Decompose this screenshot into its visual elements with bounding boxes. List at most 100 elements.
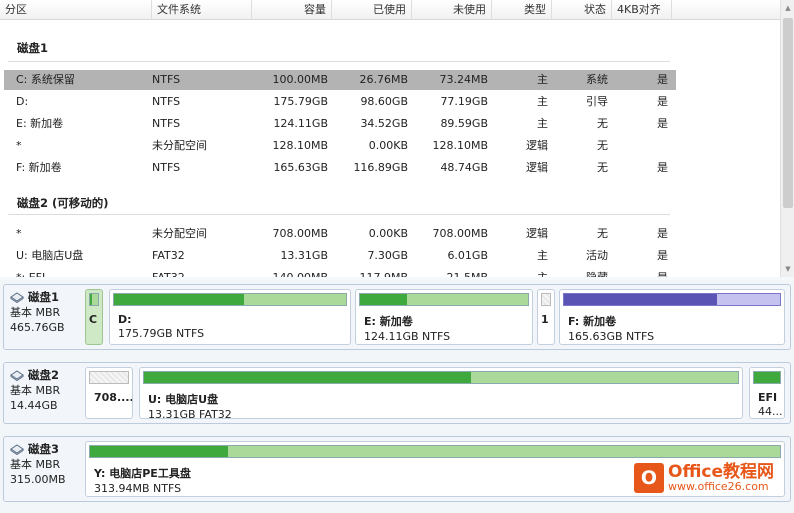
vertical-scrollbar[interactable]: ▲ ▼ bbox=[780, 0, 794, 277]
partition-detail: 124.11GB NTFS bbox=[364, 330, 451, 343]
disk-1-row[interactable]: 磁盘1 基本 MBR 465.76GB C D: 175.79GB NTFS E: 新加卷 1… bbox=[3, 284, 791, 350]
cell-align: 是 bbox=[657, 227, 668, 240]
table-row[interactable]: * 未分配空间 128.10MB 0.00KB 128.10MB 逻辑 无 bbox=[4, 136, 676, 156]
cell-capacity: 708.00MB bbox=[272, 227, 328, 240]
cell-partition: D: bbox=[16, 95, 29, 108]
cell-type: 逻辑 bbox=[526, 139, 548, 152]
group-divider bbox=[8, 61, 670, 62]
partition-detail: 175.79GB NTFS bbox=[118, 327, 205, 340]
partition-label: EFI 44... bbox=[758, 391, 783, 418]
cell-status: 引导 bbox=[586, 95, 608, 108]
usage-bar bbox=[359, 293, 529, 306]
usage-bar-fill bbox=[114, 294, 244, 305]
cell-status: 系统 bbox=[586, 73, 608, 86]
column-header-filesystem[interactable]: 文件系统 bbox=[152, 0, 252, 19]
partition-block[interactable]: EFI 44... bbox=[749, 367, 785, 419]
partition-name: D: bbox=[118, 313, 132, 326]
partition-name: Y: 电脑店PE工具盘 bbox=[94, 467, 191, 480]
cell-partition: U: 电脑店U盘 bbox=[16, 249, 84, 262]
partition-block[interactable]: C bbox=[85, 289, 103, 345]
usage-bar-fill bbox=[90, 294, 93, 305]
column-header-4k-align[interactable]: 4KB对齐 bbox=[612, 0, 672, 19]
partition-label: F: 新加卷 165.63GB NTFS bbox=[568, 313, 654, 343]
cell-used: 116.89GB bbox=[353, 161, 408, 174]
column-header-type[interactable]: 类型 bbox=[492, 0, 552, 19]
cell-align: 是 bbox=[657, 117, 668, 130]
disk2-group-title: 磁盘2 (可移动的) bbox=[17, 196, 109, 210]
partition-detail: 165.63GB NTFS bbox=[568, 330, 655, 343]
cell-type: 主 bbox=[492, 268, 548, 277]
disk-info: 磁盘3 基本 MBR 315.00MB bbox=[10, 441, 86, 487]
table-row[interactable]: *: EFIFAT32140.00MB 117.9MB 21.5MB 主隐藏是 bbox=[4, 268, 676, 277]
partition-label: Y: 电脑店PE工具盘 313.94MB NTFS bbox=[94, 465, 191, 495]
column-header-status[interactable]: 状态 bbox=[552, 0, 612, 19]
office-logo-icon: O bbox=[634, 463, 664, 493]
usage-bar bbox=[563, 293, 781, 306]
partition-block[interactable]: U: 电脑店U盘 13.31GB FAT32 bbox=[139, 367, 743, 419]
cell-used: 0.00KB bbox=[368, 139, 408, 152]
partition-detail: 44... bbox=[758, 405, 783, 418]
cell-type: 逻辑 bbox=[526, 161, 548, 174]
cell-used: 7.30GB bbox=[367, 249, 408, 262]
column-header-capacity[interactable]: 容量 bbox=[252, 0, 332, 19]
table-row[interactable]: C: 系统保留 NTFS 100.00MB 26.76MB 73.24MB 主 系统 是 bbox=[4, 70, 676, 90]
partition-name: 708.... bbox=[94, 391, 133, 404]
table-row[interactable]: E: 新加卷 NTFS 124.11GB 34.52GB 89.59GB 主 无 是 bbox=[4, 114, 676, 134]
scrollbar-thumb[interactable] bbox=[783, 18, 793, 208]
partition-block[interactable]: F: 新加卷 165.63GB NTFS bbox=[559, 289, 785, 345]
usage-bar-fill bbox=[754, 372, 780, 383]
cell-capacity: 165.63GB bbox=[273, 161, 328, 174]
table-row[interactable]: D: NTFS 175.79GB 98.60GB 77.19GB 主 引导 是 bbox=[4, 92, 676, 112]
cell-capacity: 140.00MB bbox=[252, 268, 328, 277]
usage-bar-fill bbox=[144, 372, 471, 383]
partition-detail: 13.31GB FAT32 bbox=[148, 408, 232, 419]
partition-block[interactable]: D: 175.79GB NTFS bbox=[109, 289, 351, 345]
cell-free: 73.24MB bbox=[439, 73, 488, 86]
partition-block[interactable]: 708.... bbox=[85, 367, 133, 419]
usage-bar bbox=[89, 371, 129, 384]
partition-name: F: 新加卷 bbox=[568, 315, 617, 328]
column-header-free[interactable]: 未使用 bbox=[412, 0, 492, 19]
cell-free: 128.10MB bbox=[432, 139, 488, 152]
usage-bar bbox=[143, 371, 739, 384]
cell-capacity: 124.11GB bbox=[273, 117, 328, 130]
cell-used: 34.52GB bbox=[360, 117, 408, 130]
disk-name: 磁盘2 bbox=[10, 367, 86, 383]
disk-name: 磁盘1 bbox=[10, 289, 86, 305]
cell-type: 逻辑 bbox=[526, 227, 548, 240]
disk-name: 磁盘3 bbox=[10, 441, 86, 457]
cell-align bbox=[612, 136, 668, 156]
partition-name: E: 新加卷 bbox=[364, 315, 413, 328]
cell-capacity: 128.10MB bbox=[272, 139, 328, 152]
usage-bar bbox=[89, 445, 781, 458]
table-row[interactable]: U: 电脑店U盘 FAT32 13.31GB 7.30GB 6.01GB 主 活动 是 bbox=[4, 246, 676, 266]
partition-label: 1 bbox=[541, 313, 549, 327]
scroll-down-arrow-icon[interactable]: ▼ bbox=[781, 261, 794, 277]
cell-fs: FAT32 bbox=[152, 268, 252, 277]
cell-status: 无 bbox=[597, 227, 608, 240]
usage-bar-fill bbox=[360, 294, 408, 305]
partition-block[interactable]: 1 bbox=[537, 289, 555, 345]
disk-2-row[interactable]: 磁盘2 基本 MBR 14.44GB 708.... U: 电脑店U盘 13.31GB F… bbox=[3, 362, 791, 424]
partition-block[interactable]: E: 新加卷 124.11GB NTFS bbox=[355, 289, 533, 345]
cell-fs: 未分配空间 bbox=[152, 139, 207, 152]
cell-status: 无 bbox=[597, 117, 608, 130]
watermark-url: www.office26.com bbox=[668, 480, 769, 493]
cell-status: 隐藏 bbox=[552, 268, 608, 277]
table-row[interactable]: F: 新加卷 NTFS 165.63GB 116.89GB 48.74GB 逻辑 无 是 bbox=[4, 158, 676, 178]
cell-status: 无 bbox=[597, 139, 608, 152]
table-row[interactable]: * 未分配空间 708.00MB 0.00KB 708.00MB 逻辑 无 是 bbox=[4, 224, 676, 244]
partition-label: C bbox=[89, 313, 97, 327]
usage-bar bbox=[753, 371, 781, 384]
cell-partition: F: 新加卷 bbox=[16, 161, 62, 174]
cell-type: 主 bbox=[537, 73, 548, 86]
partition-detail: 313.94MB NTFS bbox=[94, 482, 182, 495]
usage-bar bbox=[541, 293, 551, 306]
disk-kind: 基本 MBR bbox=[10, 458, 61, 471]
watermark: O Office教程网 www.office26.com bbox=[634, 463, 774, 493]
cell-partition: C: 系统保留 bbox=[16, 73, 75, 86]
column-header-partition[interactable]: 分区 bbox=[0, 0, 152, 19]
disk-kind: 基本 MBR bbox=[10, 306, 61, 319]
column-header-used[interactable]: 已使用 bbox=[332, 0, 412, 19]
scroll-up-arrow-icon[interactable]: ▲ bbox=[781, 0, 794, 16]
